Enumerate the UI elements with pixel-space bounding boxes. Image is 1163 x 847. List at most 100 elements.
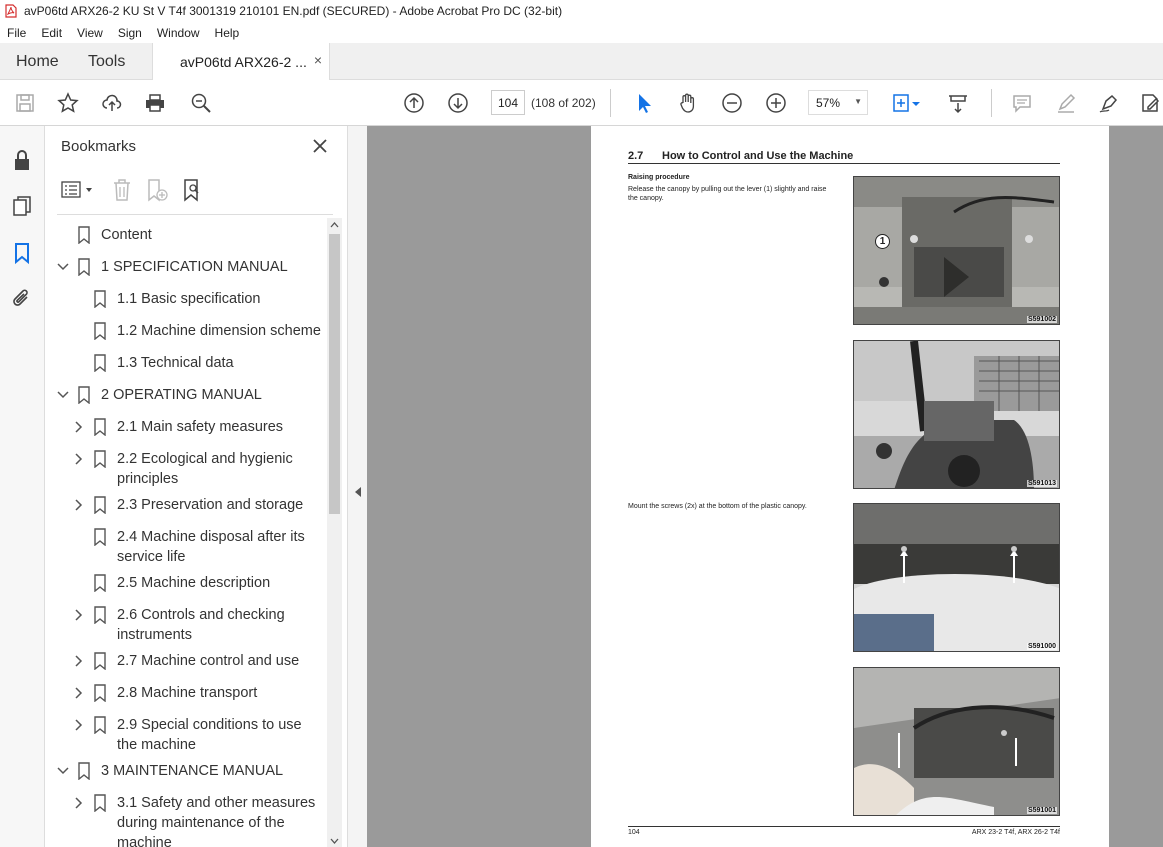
- zoom-out-icon[interactable]: [720, 91, 744, 115]
- photo-screws-bottom-image: [854, 504, 1059, 651]
- scroll-up-icon[interactable]: [330, 221, 339, 228]
- select-cursor-icon[interactable]: [632, 91, 656, 115]
- zoom-search-icon[interactable]: [189, 91, 213, 115]
- photo-mount-screws-image: [854, 668, 1059, 815]
- section-number: 2.7: [628, 150, 644, 162]
- bookmark-flag-icon: [94, 322, 106, 340]
- zoom-level-value: 57%: [816, 96, 841, 110]
- delete-trash-icon[interactable]: [111, 178, 133, 202]
- scrollbar-thumb[interactable]: [329, 234, 340, 514]
- zoom-in-icon[interactable]: [764, 91, 788, 115]
- tab-document[interactable]: avP06td ARX26-2 ... ×: [152, 43, 330, 80]
- sign-pen-icon[interactable]: [1097, 91, 1121, 115]
- tab-close-icon[interactable]: ×: [314, 52, 322, 68]
- chevron-right-icon[interactable]: [73, 453, 85, 465]
- scroll-down-icon[interactable]: [330, 838, 339, 845]
- raising-text: Release the canopy by pulling out the le…: [628, 186, 827, 193]
- chevron-down-icon[interactable]: [57, 261, 69, 273]
- panel-splitter[interactable]: [347, 126, 367, 847]
- comment-icon[interactable]: [1010, 91, 1034, 115]
- page-number-footer: 104: [628, 829, 640, 836]
- menu-sign[interactable]: Sign: [111, 26, 150, 40]
- close-icon[interactable]: [312, 138, 328, 154]
- page-count: (108 of 202): [531, 96, 596, 110]
- bookmark-item[interactable]: 3.1 Safety and other measures during mai…: [73, 793, 327, 847]
- bookmark-label: 2.5 Machine description: [117, 575, 271, 591]
- page-thumbnails-icon[interactable]: [10, 194, 34, 218]
- chevron-right-icon[interactable]: [73, 687, 85, 699]
- chevron-down-icon: ▼: [854, 97, 862, 106]
- upload-cloud-icon[interactable]: [100, 91, 124, 115]
- highlight-pen-icon[interactable]: [1054, 91, 1078, 115]
- bookmarks-scrollbar[interactable]: [327, 218, 342, 847]
- bookmark-flag-icon: [94, 574, 106, 592]
- save-icon[interactable]: [13, 91, 37, 115]
- menu-window[interactable]: Window: [150, 26, 208, 40]
- bookmark-item[interactable]: 2.6 Controls and checking instruments: [73, 605, 327, 645]
- document-viewport[interactable]: 2.7 How to Control and Use the Machine Ra…: [367, 126, 1163, 847]
- bookmark-label-cont: instruments: [117, 627, 192, 643]
- bookmark-flag-icon: [94, 684, 106, 702]
- new-bookmark-icon[interactable]: [145, 178, 169, 202]
- lock-icon[interactable]: [10, 148, 34, 172]
- tab-document-label: avP06td ARX26-2 ...: [180, 54, 307, 70]
- bookmark-item[interactable]: 2.4 Machine disposal after its service l…: [93, 527, 327, 567]
- page-number-input[interactable]: 104: [491, 90, 525, 115]
- tab-bar: Home Tools avP06td ARX26-2 ... ×: [0, 43, 1163, 80]
- tab-tools[interactable]: Tools: [88, 53, 125, 71]
- photo-screws-bottom: S591000: [853, 503, 1060, 652]
- edit-document-icon[interactable]: [1138, 91, 1162, 115]
- bookmark-label-cont: machine: [117, 835, 172, 847]
- chevron-right-icon[interactable]: [73, 499, 85, 511]
- bookmark-label-cont: principles: [117, 471, 179, 487]
- collapse-left-icon[interactable]: [354, 486, 362, 498]
- menu-view[interactable]: View: [70, 26, 111, 40]
- panel-divider: [57, 214, 333, 215]
- chevron-right-icon[interactable]: [73, 421, 85, 433]
- bookmark-label: Content: [101, 227, 152, 243]
- bookmark-icon[interactable]: [10, 241, 34, 265]
- hand-tool-icon[interactable]: [676, 91, 700, 115]
- chevron-down-icon[interactable]: [57, 765, 69, 777]
- photo-canopy-raised: S591013: [853, 340, 1060, 489]
- bookmark-label: 2.4 Machine disposal after its: [117, 529, 305, 545]
- bookmark-item[interactable]: 2.9 Special conditions to use the machin…: [73, 715, 327, 755]
- next-page-icon[interactable]: [446, 91, 470, 115]
- chevron-right-icon[interactable]: [73, 797, 85, 809]
- menu-help[interactable]: Help: [208, 26, 248, 40]
- attachment-icon[interactable]: [10, 287, 34, 311]
- bookmark-label: 2.1 Main safety measures: [117, 419, 284, 435]
- bookmark-label: 1.1 Basic specification: [117, 291, 261, 307]
- star-icon[interactable]: [56, 91, 80, 115]
- bookmark-label: 2.7 Machine control and use: [117, 653, 300, 669]
- section-heading: 2.7 How to Control and Use the Machine: [628, 150, 1060, 164]
- photo-code: S591013: [1026, 480, 1057, 487]
- navigation-rail: [0, 126, 45, 847]
- zoom-level-select[interactable]: 57% ▼: [808, 90, 868, 115]
- menu-edit[interactable]: Edit: [34, 26, 70, 40]
- fit-page-dropdown-icon[interactable]: [910, 91, 922, 115]
- chevron-right-icon[interactable]: [73, 609, 85, 621]
- scroll-mode-icon[interactable]: [946, 91, 970, 115]
- menu-file[interactable]: File: [0, 26, 34, 40]
- callout-badge: 1: [875, 234, 890, 249]
- bookmark-item[interactable]: 2.2 Ecological and hygienic principles: [73, 449, 327, 489]
- print-icon[interactable]: [143, 91, 167, 115]
- bookmark-label: 2 OPERATING MANUAL: [101, 387, 262, 403]
- chevron-down-icon[interactable]: [57, 389, 69, 401]
- bookmark-flag-icon: [78, 762, 90, 780]
- panel-title: Bookmarks: [61, 138, 137, 155]
- bookmark-flag-icon: [94, 794, 106, 812]
- find-bookmark-icon[interactable]: [181, 178, 205, 202]
- options-list-icon[interactable]: [61, 180, 95, 200]
- tab-home[interactable]: Home: [16, 53, 59, 71]
- bookmark-flag-icon: [94, 606, 106, 624]
- prev-page-icon[interactable]: [402, 91, 426, 115]
- chevron-right-icon[interactable]: [73, 719, 85, 731]
- bookmarks-panel: Bookmarks Content 1 SPECIFICATION MANUAL…: [45, 126, 347, 847]
- bookmark-flag-icon: [94, 290, 106, 308]
- chevron-right-icon[interactable]: [73, 655, 85, 667]
- bookmark-flag-icon: [94, 354, 106, 372]
- bookmark-label: 1.3 Technical data: [117, 355, 234, 371]
- footer-rule: [628, 826, 1060, 827]
